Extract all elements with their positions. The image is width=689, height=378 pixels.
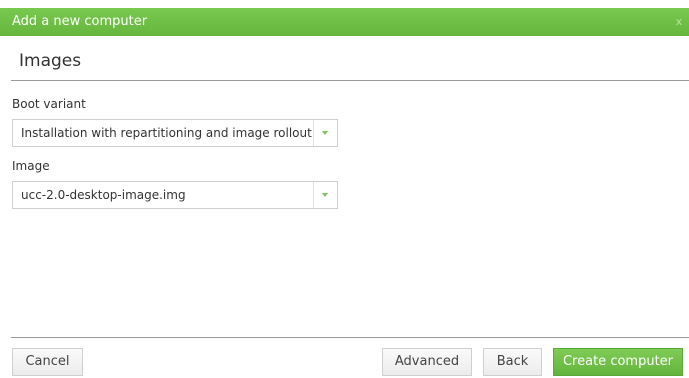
close-icon[interactable]: x xyxy=(673,8,685,36)
chevron-down-icon xyxy=(322,193,328,197)
add-computer-dialog: Add a new computer x Images Boot variant… xyxy=(0,0,689,378)
footer-divider xyxy=(11,337,689,338)
dialog-title: Add a new computer xyxy=(12,14,148,29)
cancel-button[interactable]: Cancel xyxy=(12,348,83,376)
image-value: ucc-2.0-desktop-image.img xyxy=(21,188,186,202)
back-button[interactable]: Back xyxy=(483,348,542,376)
dialog-titlebar: Add a new computer x xyxy=(0,8,689,36)
image-dropdown-toggle[interactable] xyxy=(313,182,337,208)
image-select[interactable]: ucc-2.0-desktop-image.img xyxy=(12,181,338,209)
section-heading: Images xyxy=(19,51,82,71)
create-computer-button[interactable]: Create computer xyxy=(553,348,683,376)
heading-divider xyxy=(11,80,689,81)
boot-variant-select[interactable]: Installation with repartitioning and ima… xyxy=(12,119,338,147)
boot-variant-label: Boot variant xyxy=(12,97,86,111)
advanced-button[interactable]: Advanced xyxy=(382,348,472,376)
chevron-down-icon xyxy=(322,131,328,135)
boot-variant-value: Installation with repartitioning and ima… xyxy=(21,126,312,140)
image-label: Image xyxy=(12,159,50,173)
boot-variant-dropdown-toggle[interactable] xyxy=(313,120,337,146)
